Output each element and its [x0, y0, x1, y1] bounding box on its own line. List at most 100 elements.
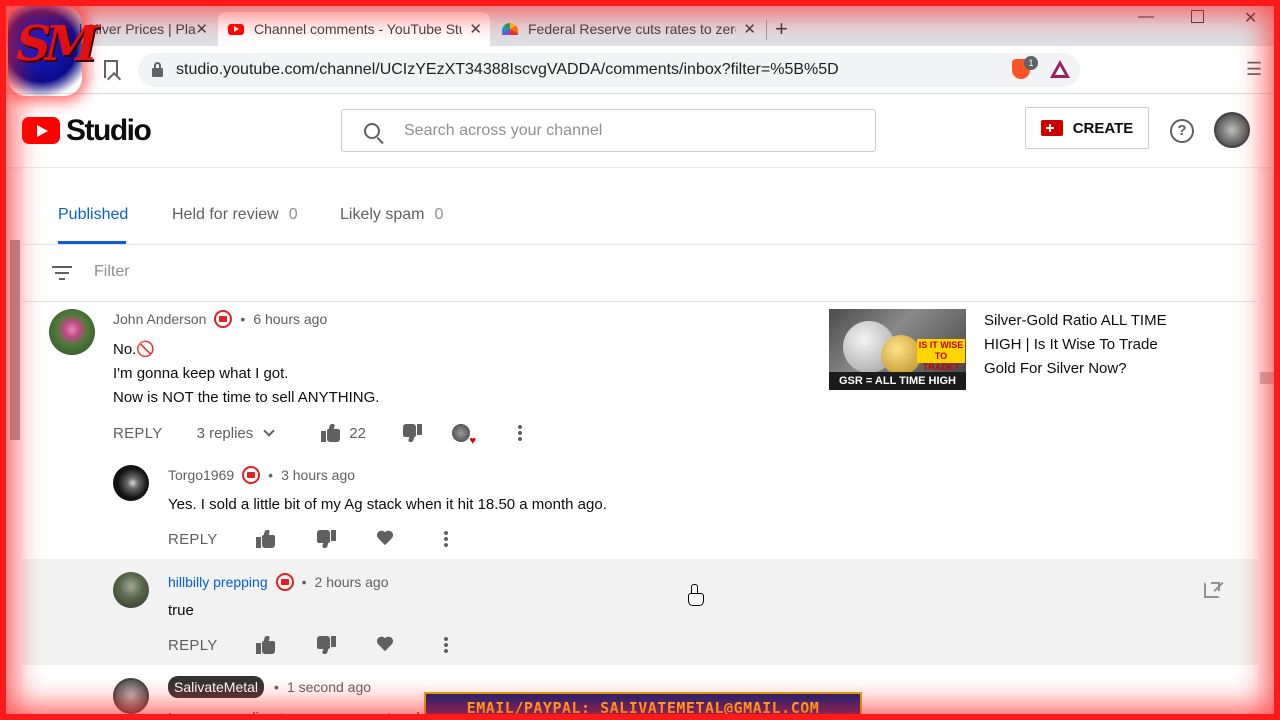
account-avatar[interactable]	[1214, 112, 1250, 148]
create-button[interactable]: CREATE	[1025, 107, 1149, 149]
dislike-icon[interactable]	[316, 530, 336, 548]
minimize-icon[interactable]: —	[1138, 8, 1154, 26]
comment-author[interactable]: SalivateMetal	[168, 676, 265, 698]
thumbnail-badge: IS IT WISE TO TRADE?	[917, 339, 965, 372]
filter-bar	[22, 246, 1258, 302]
separator-dot: •	[268, 467, 274, 483]
open-in-new-icon[interactable]	[1204, 582, 1220, 598]
comment-time[interactable]: 3 hours ago	[281, 467, 355, 483]
reply-button[interactable]: REPLY	[168, 531, 218, 548]
reply-actions: REPLY	[168, 530, 448, 548]
search-icon[interactable]	[364, 122, 380, 139]
comment-text-line: I'm gonna keep what I got.	[113, 365, 289, 382]
bookmark-icon[interactable]	[104, 60, 118, 78]
channel-search-box[interactable]	[341, 109, 876, 152]
avatar[interactable]	[113, 465, 149, 501]
filter-icon[interactable]	[52, 266, 72, 280]
dislike-icon[interactable]	[316, 636, 336, 654]
comment-text-line: Yes. I sold a little bit of my Ag stack …	[168, 496, 607, 513]
browser-tab-strip: ices | Silver Prices | Pla ✕ Channel com…	[0, 0, 1280, 46]
more-options-icon[interactable]	[443, 636, 448, 654]
comment-author[interactable]: John Anderson	[113, 311, 206, 327]
dislike-icon[interactable]	[402, 424, 422, 442]
comment-meta: John Anderson • 6 hours ago	[113, 310, 327, 328]
watermark-text: SM	[10, 16, 98, 72]
window-close-icon[interactable]: ✕	[1244, 8, 1257, 28]
close-icon[interactable]: ✕	[743, 20, 756, 38]
replies-toggle[interactable]: 3 replies	[196, 424, 275, 442]
comment-author[interactable]: hillbilly prepping	[168, 574, 268, 590]
comment-tabs: Published Held for review 0 Likely spam 0	[22, 168, 1258, 245]
heart-icon[interactable]	[376, 637, 394, 653]
left-scrollbar[interactable]	[10, 240, 20, 440]
replies-count: 3 replies	[196, 424, 254, 442]
tab-title: Channel comments - YouTube Stud	[254, 21, 462, 37]
member-badge-icon	[242, 466, 261, 484]
close-icon[interactable]: ✕	[469, 20, 482, 38]
right-scrollbar-thumb[interactable]	[1260, 372, 1274, 384]
help-icon[interactable]: ?	[1170, 119, 1194, 143]
hand-cursor-icon	[688, 584, 704, 606]
search-input[interactable]	[404, 121, 844, 140]
more-options-icon[interactable]	[517, 424, 522, 442]
like-icon[interactable]	[321, 424, 341, 442]
youtube-logo-icon[interactable]	[22, 117, 60, 144]
tab-count: 0	[434, 206, 444, 223]
brave-rewards-icon[interactable]	[1050, 60, 1070, 78]
comment-text-line: true	[168, 602, 194, 619]
comment-author[interactable]: Torgo1969	[168, 467, 234, 483]
channel-watermark-logo: SM	[8, 6, 98, 96]
browser-tab-channel-comments[interactable]: Channel comments - YouTube Stud ✕	[218, 12, 490, 46]
video-thumbnail[interactable]: IS IT WISE TO TRADE? GSR = ALL TIME HIGH	[829, 309, 966, 390]
tab-label: Published	[58, 206, 129, 223]
filter-input[interactable]	[94, 263, 394, 281]
studio-logo-text[interactable]: Studio	[66, 114, 152, 148]
reply-actions: REPLY	[168, 636, 448, 654]
member-badge-icon	[275, 573, 294, 591]
tab-published[interactable]: Published	[58, 206, 128, 224]
new-tab-icon[interactable]: +	[775, 16, 788, 42]
comments-panel: Published Held for review 0 Likely spam 0 …	[22, 168, 1258, 720]
browser-menu-icon[interactable]: ☰	[1246, 59, 1262, 80]
tab-separator	[766, 20, 767, 40]
comment-text-line: I am responding to your comment verb	[168, 710, 425, 720]
comment-time[interactable]: 1 second ago	[287, 679, 371, 695]
address-bar[interactable]: studio.youtube.com/channel/UCIzYEzXT3438…	[138, 53, 1080, 87]
like-icon[interactable]	[255, 636, 276, 654]
url-text: studio.youtube.com/channel/UCIzYEzXT3438…	[176, 61, 839, 78]
heart-icon[interactable]	[376, 531, 394, 547]
comment-time[interactable]: 2 hours ago	[315, 574, 389, 590]
close-icon[interactable]: ✕	[195, 20, 208, 38]
tab-label: Held for review	[172, 206, 279, 223]
chevron-down-icon	[263, 425, 275, 437]
avatar[interactable]	[113, 678, 149, 714]
reply-button[interactable]: REPLY	[113, 425, 163, 442]
thumbnail-caption: GSR = ALL TIME HIGH	[829, 372, 966, 390]
reply-meta: SalivateMetal • 1 second ago	[168, 676, 371, 698]
email-banner: EMAIL/PAYPAL: SALIVATEMETAL@GMAIL.COM	[424, 692, 862, 720]
avatar[interactable]	[49, 309, 95, 355]
create-button-label: CREATE	[1072, 119, 1134, 137]
reply-button[interactable]: REPLY	[168, 637, 218, 654]
active-tab-indicator	[58, 241, 126, 244]
separator-dot: •	[274, 679, 279, 695]
separator-dot: •	[240, 311, 246, 327]
nbc-favicon-icon	[502, 23, 518, 35]
reply-meta: hillbilly prepping • 2 hours ago	[168, 573, 388, 591]
browser-tab-federal-reserve[interactable]: Federal Reserve cuts rates to zero ✕	[492, 12, 764, 46]
tab-held-for-review[interactable]: Held for review 0	[172, 206, 298, 224]
more-options-icon[interactable]	[443, 530, 448, 548]
like-count: 22	[349, 424, 366, 442]
comment-time[interactable]: 6 hours ago	[253, 311, 327, 327]
maximize-icon[interactable]	[1191, 10, 1204, 23]
tab-likely-spam[interactable]: Likely spam 0	[340, 206, 443, 224]
like-icon[interactable]	[255, 530, 276, 548]
video-title[interactable]: Silver-Gold Ratio ALL TIME HIGH | Is It …	[984, 309, 1184, 381]
avatar[interactable]	[113, 572, 149, 608]
studio-header: Studio CREATE ?	[0, 95, 1280, 167]
comment-text-line: Now is NOT the time to sell ANYTHING.	[113, 389, 380, 406]
comment-text-line: No.🚫	[113, 341, 156, 358]
comment-actions: REPLY 3 replies 22	[113, 424, 522, 447]
creator-heart-icon[interactable]	[451, 424, 476, 447]
tab-label: Likely spam	[340, 206, 425, 223]
